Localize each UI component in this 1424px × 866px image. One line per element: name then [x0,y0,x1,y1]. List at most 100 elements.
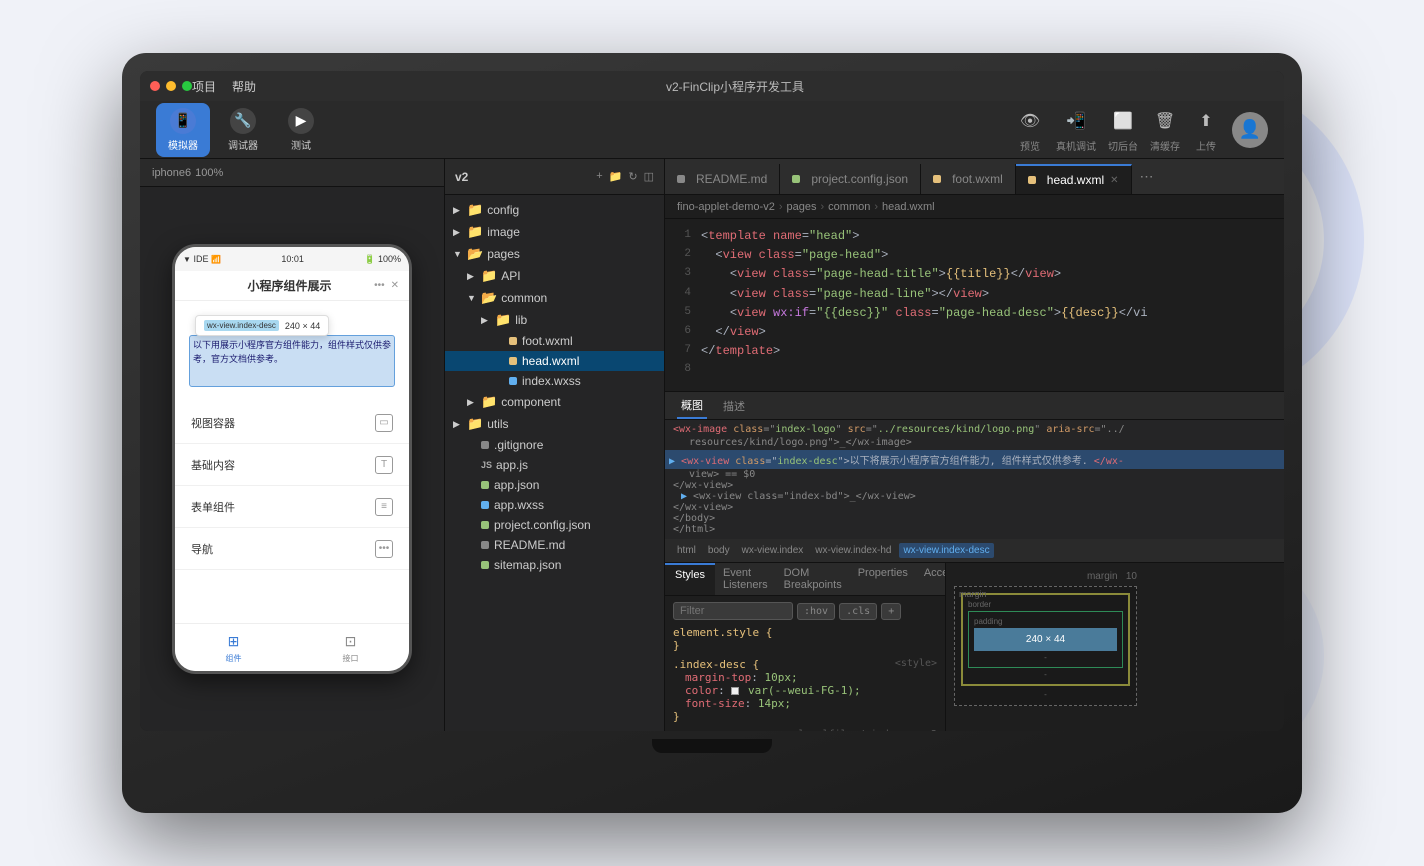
filter-hov[interactable]: :hov [797,603,835,620]
phone-menu-list: 视图容器 ▭ 基础内容 T 表单组件 ≡ [175,402,409,570]
tree-item-api[interactable]: ▶ 📁 API [445,265,664,287]
filter-input[interactable] [673,602,793,620]
chevron-icon: ▶ [453,227,467,238]
close-button[interactable] [150,81,160,91]
tab-accessibility[interactable]: Accessibility [916,563,945,595]
tree-item-sitemap[interactable]: sitemap.json [445,555,664,575]
tree-item-foot-wxml[interactable]: foot.wxml [445,331,664,351]
menu-item-2[interactable]: 表单组件 ≡ [175,486,409,528]
tree-item-project-config[interactable]: project.config.json [445,515,664,535]
simulate-button[interactable]: 📱 模拟器 [156,103,210,157]
file-tree-list: ▶ 📁 config ▶ 📁 image ▼ 📂 pages [445,195,664,731]
breadcrumb-item-0[interactable]: fino-applet-demo-v2 [677,201,775,213]
line-content: <view wx:if="{{desc}}" class="page-head-… [701,304,1284,323]
tab-styles[interactable]: Styles [665,563,715,595]
tree-item-pages[interactable]: ▼ 📂 pages [445,243,664,265]
tree-item-head-wxml[interactable]: head.wxml [445,351,664,371]
line-content: </view> [701,323,1284,342]
tree-label: .gitignore [494,438,543,452]
breadcrumb-sep: › [779,201,783,213]
test-button[interactable]: ▶ 测试 [276,103,326,157]
tree-item-common[interactable]: ▼ 📂 common [445,287,664,309]
nav-item-interface[interactable]: ⊡ 接口 [341,631,361,664]
tree-item-utils[interactable]: ▶ 📁 utils [445,413,664,435]
nav-item-component[interactable]: ⊞ 组件 [224,631,244,664]
bc-wx-view-index-desc[interactable]: wx-view.index-desc [899,543,993,558]
tree-item-readme[interactable]: README.md [445,535,664,555]
filter-plus[interactable]: + [881,603,901,620]
refresh-icon[interactable]: ↻ [628,170,637,183]
devtools-tab-overview[interactable]: 概图 [677,392,707,419]
nav-component-icon: ⊞ [224,631,244,651]
menu-help[interactable]: 帮助 [232,78,256,95]
menu-project[interactable]: 项目 [192,78,216,95]
tab-project-config[interactable]: project.config.json [780,164,921,194]
tab-foot-wxml[interactable]: foot.wxml [921,164,1016,194]
box-margin: margin border padding 240 × 44 [954,586,1137,706]
tree-item-gitignore[interactable]: .gitignore [445,435,664,455]
real-device-action[interactable]: 📲 真机调试 [1056,107,1096,153]
tree-item-config[interactable]: ▶ 📁 config [445,199,664,221]
tree-item-app-json[interactable]: app.json [445,475,664,495]
filter-cls[interactable]: .cls [839,603,877,620]
tooltip-size: 240 × 44 [285,321,320,331]
new-file-icon[interactable]: + [596,170,602,183]
collapse-icon[interactable]: ◫ [644,170,654,183]
menu-item-1[interactable]: 基础内容 T [175,444,409,486]
bc-body[interactable]: body [704,543,734,558]
editor-tabs: README.md project.config.json foot.wxml … [665,159,1284,195]
html-line: resources/kind/logo.png">_</wx-image> [673,437,1276,448]
tree-item-app-js[interactable]: JS app.js [445,455,664,475]
bc-html[interactable]: html [673,543,700,558]
minimize-button[interactable] [166,81,176,91]
window-title: v2-FinClip小程序开发工具 [256,78,1214,95]
breadcrumb-sep: › [874,201,878,213]
real-device-label: 真机调试 [1056,138,1096,153]
code-editor[interactable]: 1 <template name="head"> 2 <view class="… [665,219,1284,391]
zoom-info: 100% [195,167,223,179]
tab-dom-breakpoints[interactable]: DOM Breakpoints [776,563,850,595]
phone-menu-dots[interactable]: ••• [374,280,385,291]
tab-event-listeners[interactable]: Event Listeners [715,563,776,595]
line-content: <view class="page-head"> [701,246,1284,265]
tree-item-lib[interactable]: ▶ 📁 lib [445,309,664,331]
toolbar-left: 📱 模拟器 🔧 调试器 ▶ 测试 [156,103,326,157]
tab-close-icon[interactable]: ✕ [1110,175,1118,186]
phone-close-btn[interactable]: ✕ [391,280,399,291]
line-number: 8 [665,361,701,379]
breadcrumb-item-2[interactable]: common [828,201,870,213]
tree-item-component[interactable]: ▶ 📁 component [445,391,664,413]
chevron-icon: ▼ [467,293,481,303]
maximize-button[interactable] [182,81,192,91]
preview-action[interactable]: 👁 预览 [1016,107,1044,153]
tree-label: app.json [494,478,539,492]
tab-head-wxml[interactable]: head.wxml ✕ [1016,164,1132,194]
tree-label: utils [487,417,508,431]
bc-wx-view-index[interactable]: wx-view.index [738,543,808,558]
breadcrumb-item-3[interactable]: head.wxml [882,201,935,213]
debug-button[interactable]: 🔧 调试器 [216,103,270,157]
line-content: <view class="page-head-title">{{title}}<… [701,265,1284,284]
devtools-panel: 概图 描述 <wx-image class="index-logo" src="… [665,391,1284,731]
html-line-selected[interactable]: ▶ <wx-view class="index-desc">以下将展示小程序官方… [665,450,1284,469]
cut-icon: ⬜ [1109,107,1137,135]
devtools-tab-describe[interactable]: 描述 [719,392,749,419]
tab-readme[interactable]: README.md [665,164,780,194]
tree-item-index-wxss[interactable]: index.wxss [445,371,664,391]
avatar-button[interactable]: 👤 [1232,112,1268,148]
tree-label: image [487,225,520,239]
menu-item-0[interactable]: 视图容器 ▭ [175,402,409,444]
cut-action[interactable]: ⬜ 切后台 [1108,107,1138,153]
upload-action[interactable]: ⬆ 上传 [1192,107,1220,153]
bc-wx-view-index-hd[interactable]: wx-view.index-hd [811,543,895,558]
menu-item-3[interactable]: 导航 ••• [175,528,409,570]
tabs-more-icon[interactable]: ⋯ [1132,168,1162,185]
chevron-icon: ▼ [453,249,467,259]
tree-item-image[interactable]: ▶ 📁 image [445,221,664,243]
new-folder-icon[interactable]: 📁 [609,170,623,183]
menu-bar: 项目 帮助 [192,78,256,95]
tab-properties[interactable]: Properties [850,563,916,595]
tree-item-app-wxss[interactable]: app.wxss [445,495,664,515]
breadcrumb-item-1[interactable]: pages [787,201,817,213]
clear-cache-action[interactable]: 🗑 清缓存 [1150,107,1180,153]
